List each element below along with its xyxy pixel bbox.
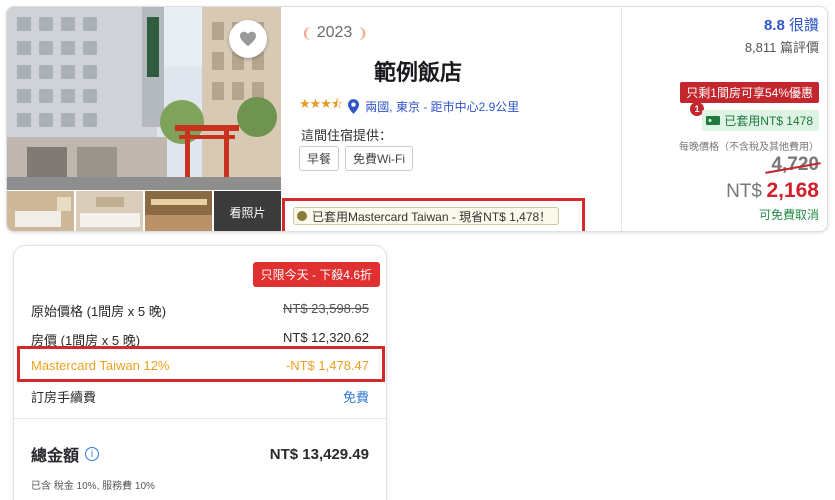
- review-count[interactable]: 8,811 篇評價: [745, 37, 819, 56]
- price-column: 8.8 很讚 8,811 篇評價 只剩1間房可享54%優惠 1 已套用NT$ 1…: [622, 7, 827, 231]
- score-value: 8.8: [763, 17, 785, 34]
- amenity-tag-breakfast: 早餐: [299, 146, 340, 171]
- total-row: 總金額 i NT$ 13,429.49: [31, 442, 369, 466]
- final-price-amount: 2,168: [766, 179, 819, 202]
- location-pin-icon: [348, 98, 360, 114]
- info-icon[interactable]: i: [85, 447, 100, 461]
- favorite-button[interactable]: [229, 20, 267, 58]
- mastercard-icon: [297, 211, 307, 221]
- breakdown-row-mastercard: Mastercard Taiwan 12% -NT$ 1,478.47: [31, 358, 369, 373]
- urgency-badge: 只剩1間房可享54%優惠: [680, 82, 819, 103]
- hotel-name[interactable]: 範例飯店: [374, 55, 462, 87]
- total-value: NT$ 13,429.49: [269, 445, 369, 463]
- coupon-icon: [706, 116, 721, 125]
- price-breakdown-panel: 只限今天 - 下殺4.6折 原始價格 (1間房 x 5 晚) NT$ 23,59…: [13, 245, 387, 500]
- row-value: NT$ 23,598.95: [282, 301, 369, 316]
- laurel-right-icon: ❩: [356, 24, 369, 41]
- hotel-location-link[interactable]: 兩國, 東京 - 距市中心2.9公里: [365, 98, 519, 115]
- rating-location-row: ★★★⯪ 兩國, 東京 - 距市中心2.9公里: [299, 95, 519, 117]
- total-label: 總金額: [31, 448, 80, 465]
- total-label-group: 總金額 i: [31, 442, 100, 466]
- applied-discount-badge: 已套用NT$ 1478: [702, 110, 819, 131]
- amenity-tags: 早餐 免費Wi-Fi: [299, 146, 414, 171]
- heart-icon: [240, 31, 256, 47]
- breakdown-divider: [14, 418, 386, 419]
- review-score[interactable]: 8.8 很讚: [764, 14, 819, 35]
- restaurant-thumbnail-image: [145, 191, 212, 231]
- row-label: 訂房手續費: [31, 390, 97, 405]
- final-price-currency: NT$: [726, 181, 762, 202]
- offers-label: 這間住宿提供：: [301, 128, 393, 143]
- award-badge: ❨ 2023 ❩: [301, 24, 368, 42]
- breakdown-row-booking-fee: 訂房手續費 免費: [31, 387, 369, 406]
- mastercard-promo-chip: 已套用Mastercard Taiwan - 現省NT$ 1,478！: [293, 207, 560, 225]
- mastercard-promo-highlight: 已套用Mastercard Taiwan - 現省NT$ 1,478！: [282, 198, 585, 231]
- breakdown-row-original: 原始價格 (1間房 x 5 晚) NT$ 23,598.95: [31, 301, 369, 320]
- photo-thumbnails: 看照片: [7, 191, 281, 231]
- deal-badge: 只限今天 - 下殺4.6折: [252, 262, 380, 287]
- hotel-main-photo[interactable]: [7, 7, 281, 190]
- bedroom-thumbnail-image: [7, 191, 74, 231]
- final-price: NT$ 2,168: [726, 179, 819, 203]
- mastercard-promo-text: 已套用Mastercard Taiwan - 現省NT$ 1,478！: [312, 209, 552, 224]
- room-thumbnail-image: [76, 191, 143, 231]
- row-label: 原始價格 (1間房 x 5 晚): [31, 304, 167, 319]
- thumbnail-restaurant[interactable]: [145, 191, 212, 231]
- hotel-card[interactable]: 看照片 ❨ 2023 ❩ 範例飯店 ★★★⯪ 兩國, 東京 - 距市中心2.9公…: [6, 6, 828, 232]
- laurel-left-icon: ❨: [301, 24, 313, 41]
- per-night-note: 每晚價格（不含稅及其他費用）: [679, 142, 819, 153]
- amenity-tag-wifi: 免費Wi-Fi: [345, 146, 414, 171]
- row-label: Mastercard Taiwan 12%: [31, 358, 170, 373]
- thumbnail-room[interactable]: [76, 191, 143, 231]
- free-cancellation: 可免費取消: [758, 208, 819, 222]
- see-photos-button[interactable]: 看照片: [214, 191, 281, 231]
- hotel-info: ❨ 2023 ❩ 範例飯店 ★★★⯪ 兩國, 東京 - 距市中心2.9公里 這間…: [282, 7, 621, 231]
- thumbnail-bedroom[interactable]: [7, 191, 74, 231]
- tax-note: 已含 稅金 10%, 服務費 10%: [31, 481, 155, 492]
- booking-fee-value[interactable]: 免費: [343, 387, 369, 406]
- star-rating-icon: ★★★⯪: [299, 96, 343, 111]
- score-word: 很讚: [788, 17, 819, 34]
- applied-discount-text: 已套用NT$ 1478: [724, 114, 813, 128]
- award-year: 2023: [316, 24, 353, 41]
- row-value: -NT$ 1,478.47: [285, 358, 369, 373]
